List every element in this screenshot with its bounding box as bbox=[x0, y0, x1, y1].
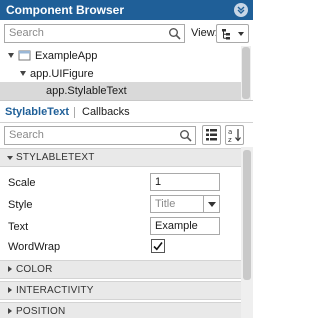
collapse-arrow-icon bbox=[7, 156, 13, 160]
tree-item-exampleapp[interactable]: ExampleApp bbox=[0, 47, 241, 65]
search-icon bbox=[169, 28, 181, 40]
section-interactivity[interactable]: INTERACTIVITY bbox=[0, 281, 241, 300]
search-icon bbox=[180, 130, 192, 142]
style-dropdown[interactable]: Title bbox=[150, 195, 220, 213]
list-group-icon bbox=[206, 129, 217, 141]
expand-arrow-icon bbox=[8, 266, 12, 272]
section-label: COLOR bbox=[16, 264, 53, 275]
section-label: STYLABLETEXT bbox=[16, 152, 95, 163]
wordwrap-checkbox[interactable] bbox=[151, 239, 165, 253]
tree-item-label: app.UIFigure bbox=[30, 68, 94, 80]
property-label-text: Text bbox=[8, 221, 29, 233]
section-color[interactable]: COLOR bbox=[0, 260, 241, 279]
app-icon bbox=[18, 50, 31, 61]
section-stylabletext[interactable]: STYLABLETEXT bbox=[0, 148, 241, 167]
group-view-button[interactable] bbox=[202, 125, 221, 145]
style-dropdown-value: Title bbox=[155, 198, 176, 210]
chevron-down-icon bbox=[237, 6, 245, 14]
expand-arrow-icon bbox=[8, 287, 12, 293]
expand-arrow-icon bbox=[8, 53, 14, 58]
property-label-wordwrap: WordWrap bbox=[8, 241, 61, 253]
component-tree: ExampleApp app.UIFigure app.StylableText bbox=[0, 46, 253, 100]
inspector-tabs: StylableText Callbacks bbox=[0, 101, 253, 123]
section-label: POSITION bbox=[16, 306, 66, 317]
scale-input[interactable]: 1 bbox=[150, 173, 220, 191]
property-label-scale: Scale bbox=[8, 177, 36, 189]
tab-stylabletext[interactable]: StylableText bbox=[5, 106, 69, 118]
dropdown-button[interactable] bbox=[203, 196, 219, 212]
view-label: View: bbox=[191, 27, 218, 39]
tree-item-uifigure[interactable]: app.UIFigure bbox=[0, 65, 241, 83]
tree-view-icon bbox=[222, 29, 230, 40]
component-search-input[interactable]: Search bbox=[4, 24, 185, 43]
expand-arrow-icon bbox=[20, 71, 26, 76]
tree-scrollbar[interactable] bbox=[241, 46, 251, 100]
scrollbar-thumb[interactable] bbox=[243, 150, 251, 280]
chevron-down-icon bbox=[238, 32, 244, 36]
property-label-style: Style bbox=[8, 199, 33, 211]
tree-item-label: ExampleApp bbox=[35, 50, 98, 62]
panel-options-button[interactable] bbox=[234, 3, 248, 17]
search-placeholder: Search bbox=[9, 129, 44, 141]
panel-title: Component Browser bbox=[6, 3, 125, 17]
tab-callbacks[interactable]: Callbacks bbox=[82, 106, 130, 118]
tree-item-label: app.StylableText bbox=[46, 85, 127, 97]
text-input[interactable]: Example bbox=[150, 217, 220, 235]
tree-item-stylabletext[interactable]: app.StylableText bbox=[0, 82, 241, 100]
sort-alphabetical-button[interactable]: a z bbox=[225, 125, 244, 145]
svg-text:z: z bbox=[228, 136, 232, 144]
view-dropdown[interactable] bbox=[216, 24, 249, 43]
svg-text:a: a bbox=[228, 128, 232, 136]
search-placeholder: Search bbox=[9, 27, 44, 39]
inspector-scrollbar[interactable] bbox=[241, 147, 253, 318]
property-search-input[interactable]: Search bbox=[4, 126, 196, 145]
checkmark-icon bbox=[153, 242, 163, 251]
section-label: INTERACTIVITY bbox=[16, 285, 94, 296]
sort-az-icon: a z bbox=[228, 128, 241, 144]
expand-arrow-icon bbox=[8, 308, 12, 314]
scrollbar-thumb[interactable] bbox=[242, 47, 250, 99]
section-position[interactable]: POSITION bbox=[0, 302, 241, 318]
chevron-down-icon bbox=[208, 202, 216, 207]
title-bar: Component Browser bbox=[0, 0, 253, 20]
tab-divider bbox=[74, 107, 75, 118]
